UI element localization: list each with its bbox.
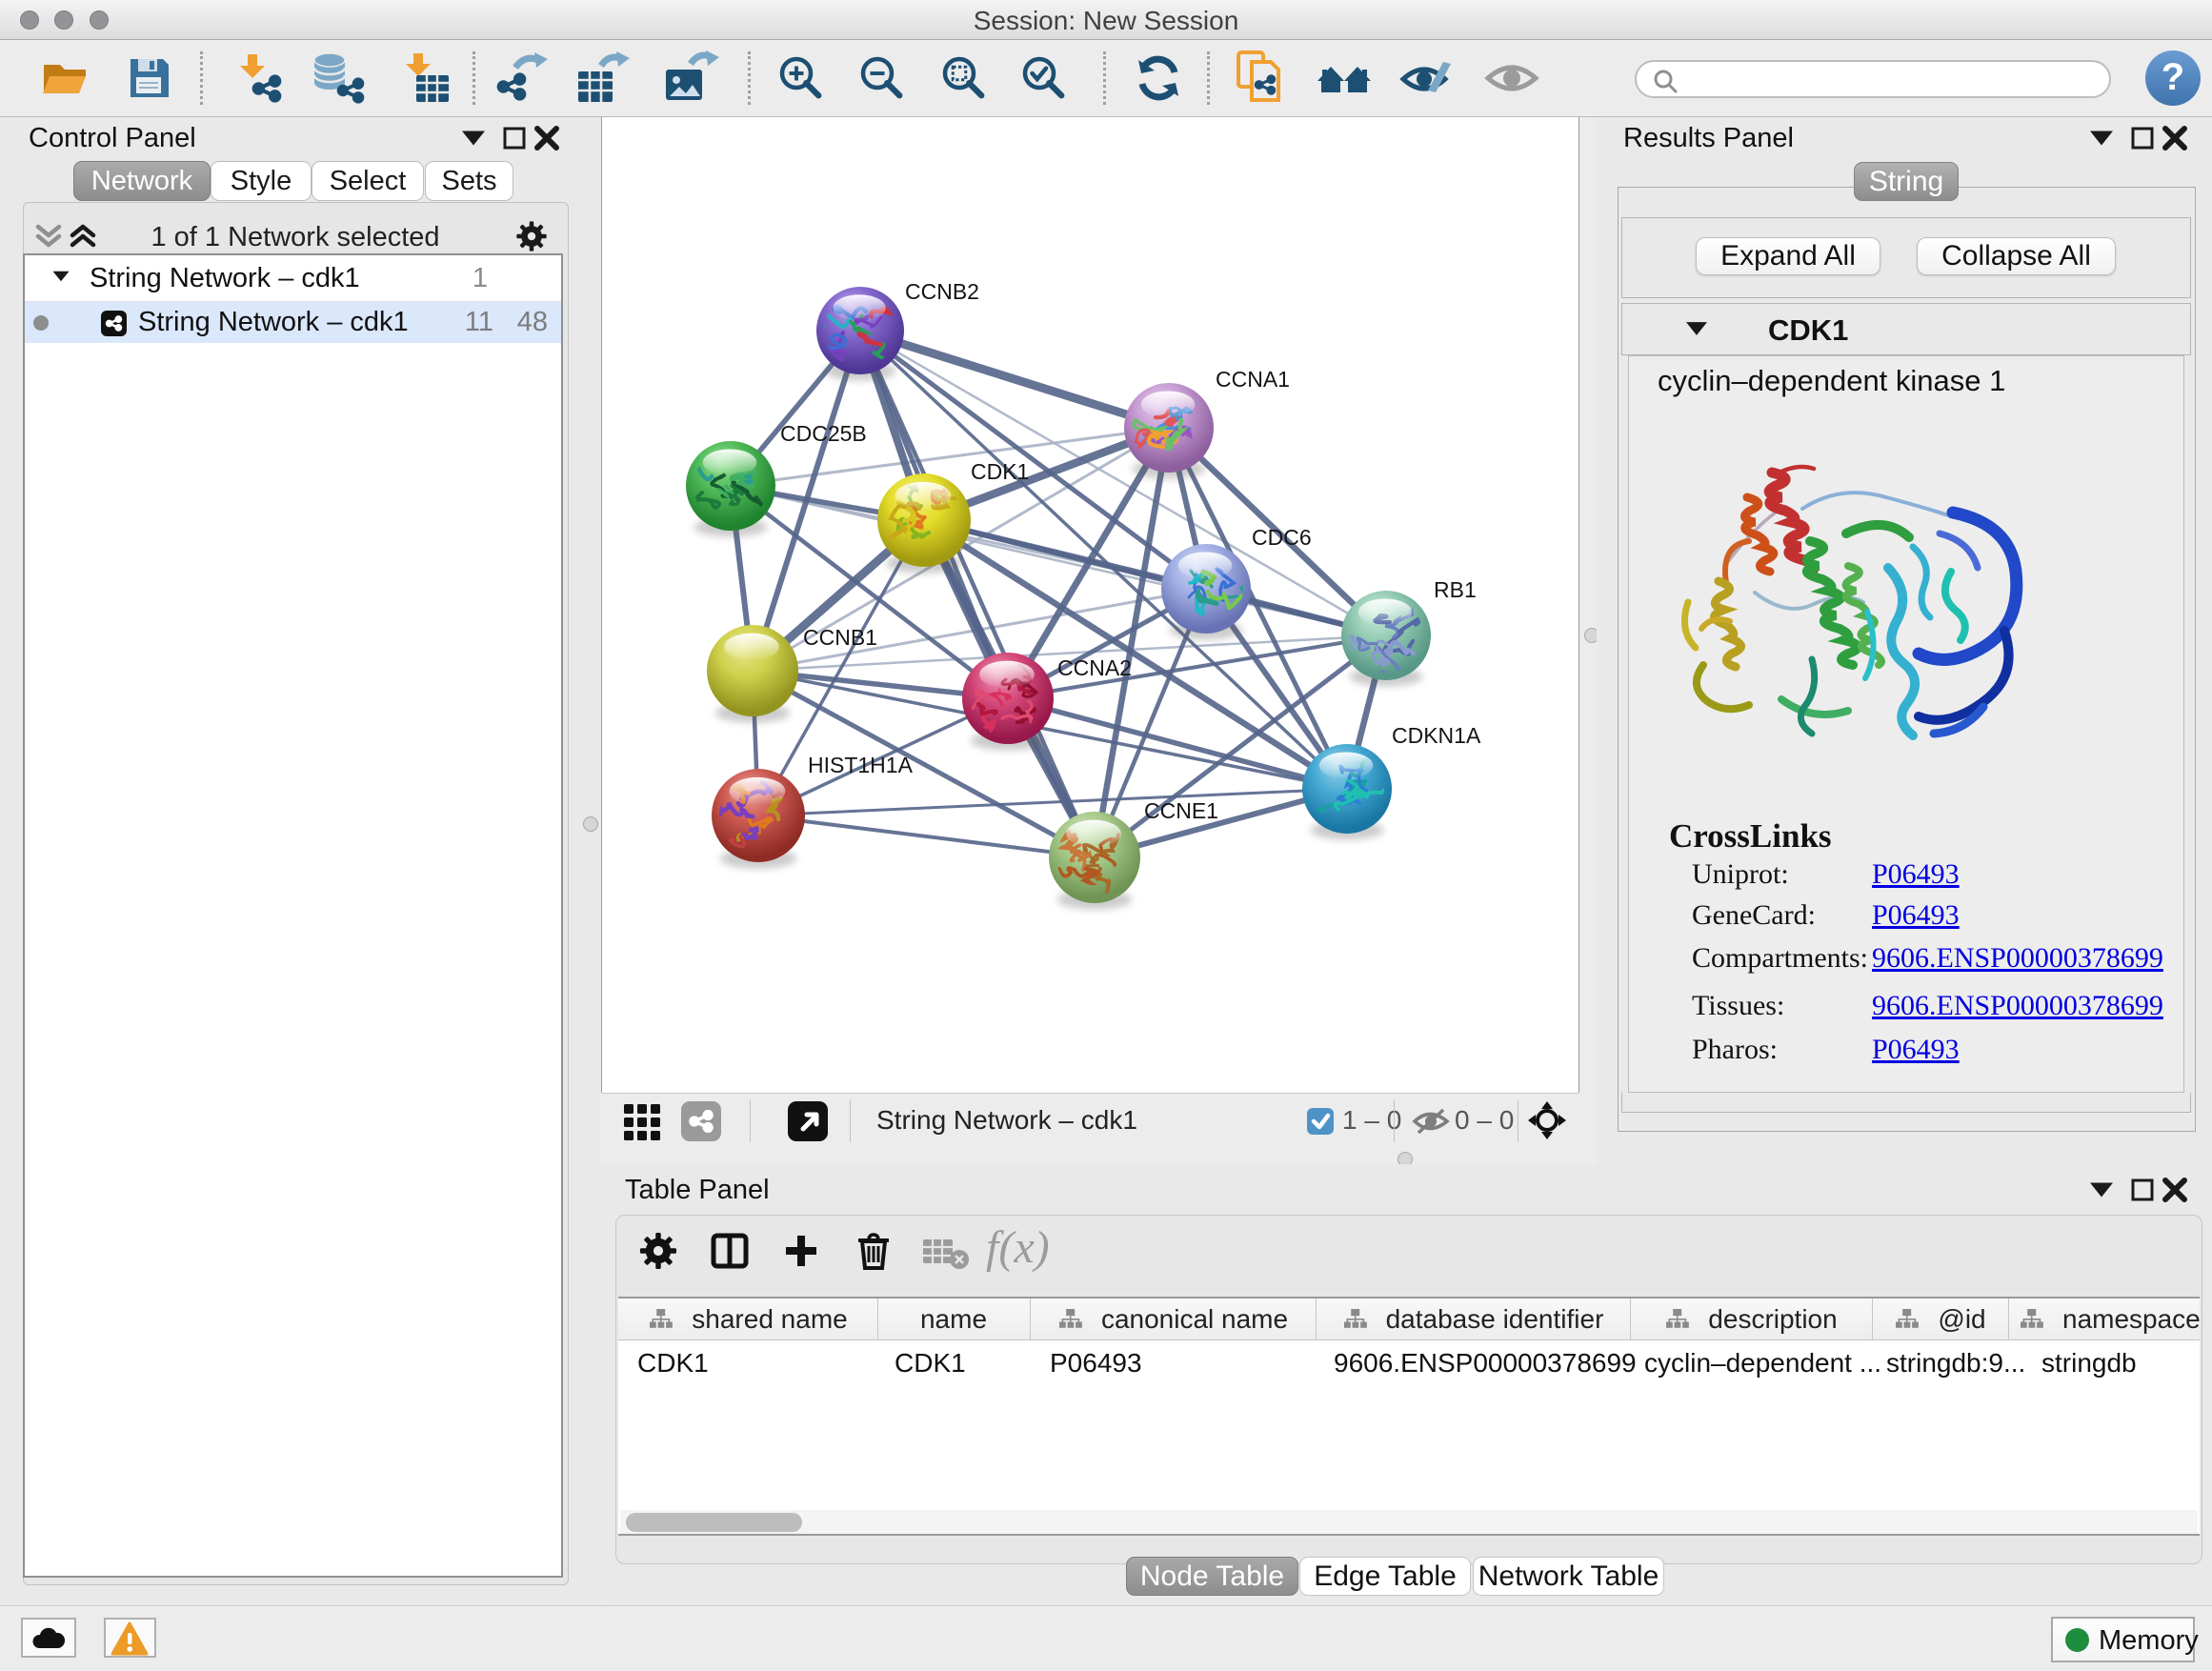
svg-text:CDC25B: CDC25B — [780, 421, 867, 446]
svg-text:CCNB1: CCNB1 — [803, 625, 877, 650]
svg-text:CDKN1A: CDKN1A — [1392, 723, 1481, 748]
svg-text:CDC6: CDC6 — [1252, 525, 1312, 550]
svg-text:CDK1: CDK1 — [971, 459, 1029, 484]
svg-text:CCNB2: CCNB2 — [905, 279, 979, 304]
svg-text:RB1: RB1 — [1434, 577, 1477, 602]
svg-text:CCNA1: CCNA1 — [1216, 367, 1290, 392]
svg-text:CCNE1: CCNE1 — [1144, 798, 1218, 823]
svg-text:HIST1H1A: HIST1H1A — [808, 753, 914, 777]
svg-text:CCNA2: CCNA2 — [1057, 655, 1132, 680]
